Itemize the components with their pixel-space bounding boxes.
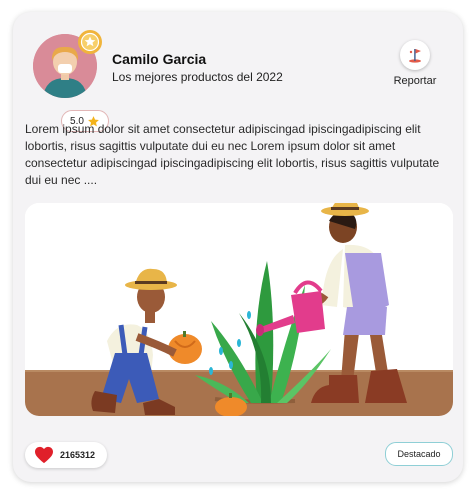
featured-label: Destacado bbox=[397, 449, 441, 459]
gardening-illustration bbox=[25, 203, 453, 416]
post-text: Lorem ipsum dolor sit amet consectetur a… bbox=[25, 122, 440, 187]
report-flag-icon bbox=[400, 40, 430, 70]
post-card: 5.0 Camilo Garcia Los mejores productos … bbox=[13, 12, 463, 482]
heart-icon bbox=[35, 446, 53, 464]
avatar-container: 5.0 bbox=[33, 30, 109, 132]
profile-name: Camilo Garcia bbox=[112, 51, 207, 67]
report-label: Reportar bbox=[393, 75, 437, 87]
profile-subtitle: Los mejores productos del 2022 bbox=[112, 70, 283, 84]
award-medal-icon bbox=[77, 29, 103, 55]
like-button[interactable]: 2165312 bbox=[25, 442, 107, 468]
likes-count: 2165312 bbox=[60, 450, 96, 460]
report-button[interactable]: Reportar bbox=[385, 40, 445, 87]
featured-badge[interactable]: Destacado bbox=[385, 442, 453, 466]
